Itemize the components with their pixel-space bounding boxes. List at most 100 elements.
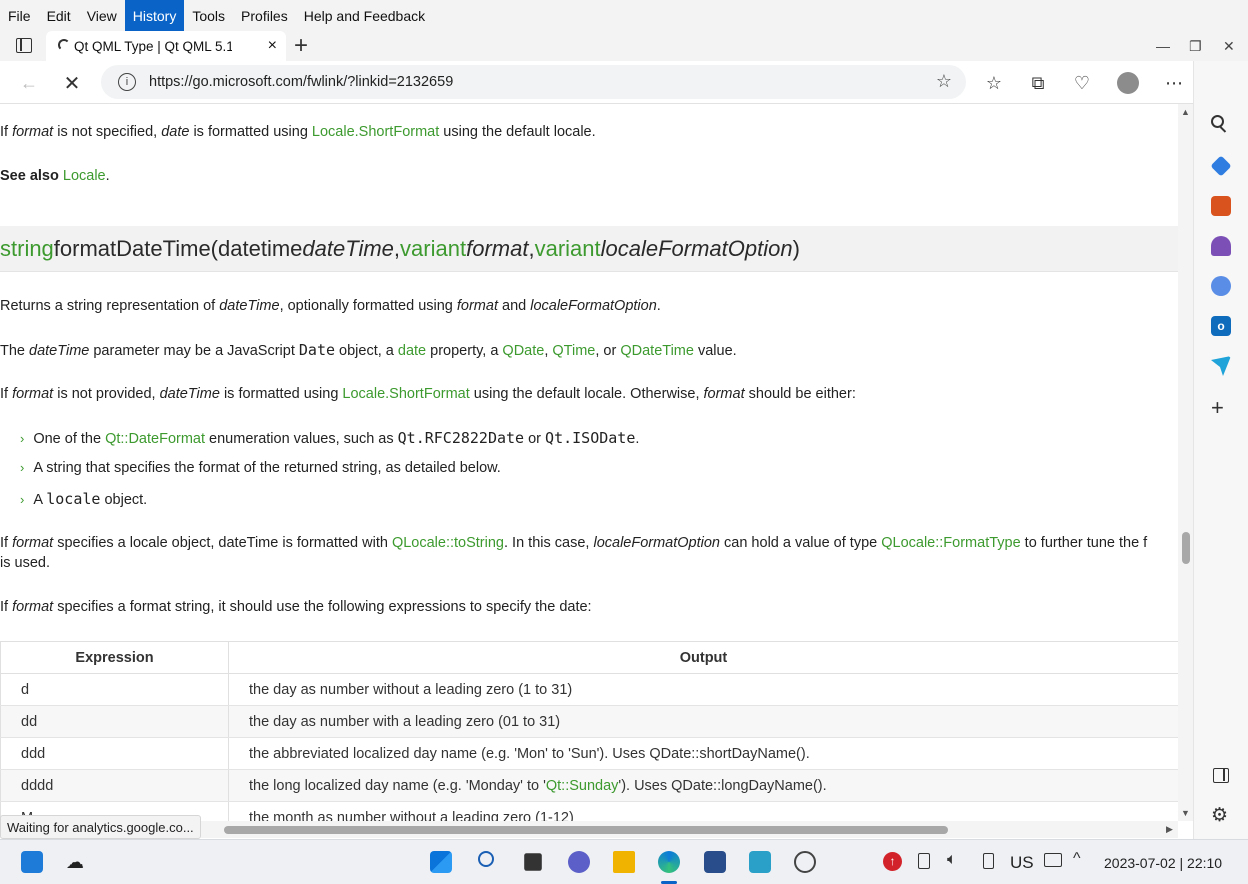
remote-desktop-icon[interactable]	[749, 851, 771, 873]
language-indicator[interactable]: US	[1010, 840, 1034, 884]
horizontal-scroll-thumb[interactable]	[224, 826, 948, 834]
url-text[interactable]: https://go.microsoft.com/fwlink/?linkid=…	[149, 74, 453, 90]
locale-shortformat-link[interactable]: Locale.ShortFormat	[312, 124, 439, 140]
qdatetime-link[interactable]: QDateTime	[620, 343, 694, 359]
paragraph-format-not-provided: If format is not provided, dateTime is f…	[0, 386, 856, 402]
locale-shortformat-link[interactable]: Locale.ShortFormat	[342, 386, 469, 402]
more-menu-icon[interactable]: ⋯	[1159, 69, 1189, 97]
paragraph-date-format: If format is not specified, date is form…	[0, 124, 596, 140]
update-icon[interactable]: ↑	[883, 852, 902, 871]
menu-edit[interactable]: Edit	[39, 0, 79, 31]
clock-app-icon[interactable]	[794, 851, 816, 873]
task-view-icon[interactable]	[524, 853, 542, 871]
taskbar: ☁ ↑ 🔈︎ US ^ 2023-07-02 | 22:10	[0, 839, 1248, 884]
locale-link[interactable]: Locale	[63, 168, 106, 184]
profile-avatar[interactable]	[1117, 72, 1139, 94]
games-icon[interactable]	[1211, 236, 1231, 256]
scroll-down-arrow-icon[interactable]: ▼	[1181, 808, 1190, 818]
expr-cell: ddd	[0, 737, 229, 770]
clock-datetime[interactable]: 2023-07-02 | 22:10	[1104, 840, 1222, 884]
battery-icon[interactable]	[983, 853, 994, 869]
settings-gear-icon[interactable]: ⚙	[1211, 804, 1228, 827]
column-header-output: Output	[228, 641, 1178, 674]
date-link[interactable]: date	[398, 343, 426, 359]
tools-icon[interactable]	[1211, 196, 1231, 216]
status-bubble: Waiting for analytics.google.co...	[0, 815, 201, 839]
vertical-scroll-thumb[interactable]	[1182, 532, 1190, 564]
output-cell: the abbreviated localized day name (e.g.…	[228, 737, 1178, 770]
list-item: › A locale object.	[20, 490, 148, 508]
shopping-tag-icon[interactable]	[1210, 155, 1232, 177]
add-sidebar-app-icon[interactable]: +	[1211, 395, 1224, 421]
see-also: See also Locale.	[0, 168, 110, 184]
menu-tools[interactable]: Tools	[184, 0, 233, 31]
column-header-expression: Expression	[0, 641, 229, 674]
drop-icon[interactable]	[1211, 356, 1231, 376]
edge-browser-icon[interactable]	[658, 851, 680, 873]
back-arrow-icon[interactable]: ←	[14, 69, 44, 97]
vertical-scrollbar[interactable]: ▲ ▼	[1178, 104, 1193, 821]
chevron-right-icon: ›	[20, 460, 25, 475]
browser-window: File Edit View History Tools Profiles He…	[0, 0, 1248, 884]
collections-icon[interactable]: ⧉	[1023, 69, 1053, 97]
paragraph-format-string: If format specifies a format string, it …	[0, 599, 592, 615]
table-row: dddd the long localized day name (e.g. '…	[0, 769, 1178, 802]
site-info-icon[interactable]: i	[118, 73, 136, 91]
table-header-row: Expression Output	[0, 641, 1178, 674]
file-explorer-icon[interactable]	[613, 851, 635, 873]
expr-cell: dd	[0, 705, 229, 738]
start-icon[interactable]	[430, 851, 452, 873]
qt-dateformat-link[interactable]: Qt::DateFormat	[105, 431, 205, 447]
table-row: ddd the abbreviated localized day name (…	[0, 737, 1178, 770]
tab-actions-icon[interactable]	[16, 38, 32, 53]
outlook-icon[interactable]: o	[1211, 316, 1231, 336]
menu-view[interactable]: View	[79, 0, 125, 31]
tab-active[interactable]: Qt QML Type | Qt QML 5.15.1 ×	[46, 31, 286, 61]
qtime-link[interactable]: QTime	[552, 343, 595, 359]
output-cell: the day as number with a leading zero (0…	[228, 705, 1178, 738]
menu-file[interactable]: File	[0, 0, 39, 31]
maximize-button[interactable]: ❐	[1189, 31, 1202, 61]
paragraph-datetime-param: The dateTime parameter may be a JavaScri…	[0, 341, 737, 359]
output-cell: the long localized day name (e.g. 'Monda…	[228, 769, 1178, 802]
qlocale-tostring-link[interactable]: QLocale::toString	[392, 535, 504, 551]
paragraph-locale-object: If format specifies a locale object, dat…	[0, 535, 1148, 551]
clipboard-icon[interactable]	[918, 853, 930, 869]
chevron-right-icon: ›	[20, 492, 25, 507]
chevron-up-icon[interactable]: ^	[1073, 850, 1081, 868]
qt-sunday-link[interactable]: Qt::Sunday	[546, 778, 619, 794]
network-icon[interactable]	[1044, 853, 1062, 867]
menu-profiles[interactable]: Profiles	[233, 0, 296, 31]
microsoft-365-icon[interactable]	[1211, 276, 1231, 296]
menu-history[interactable]: History	[124, 0, 185, 31]
minimize-button[interactable]: —	[1156, 31, 1170, 61]
chevron-right-icon: ›	[20, 431, 25, 446]
scroll-right-arrow-icon[interactable]: ▶	[1166, 824, 1173, 835]
qdate-link[interactable]: QDate	[502, 343, 544, 359]
stop-loading-icon[interactable]: ✕	[57, 69, 87, 97]
scroll-up-arrow-icon[interactable]: ▲	[1181, 107, 1190, 117]
output-cell: the month as number without a leading ze…	[228, 801, 1178, 821]
menu-help[interactable]: Help and Feedback	[296, 0, 433, 31]
favorite-star-icon[interactable]: ☆	[936, 71, 952, 92]
favorites-icon[interactable]: ☆	[979, 69, 1009, 97]
loading-icon	[58, 39, 70, 51]
address-bar[interactable]: i https://go.microsoft.com/fwlink/?linki…	[101, 65, 966, 99]
chat-icon[interactable]	[568, 851, 590, 873]
tab-title: Qt QML Type | Qt QML 5.15.1	[74, 38, 232, 54]
qlocale-formattype-link[interactable]: QLocale::FormatType	[881, 535, 1020, 551]
edge-sidebar: o + ⚙	[1193, 61, 1248, 839]
tab-close-icon[interactable]: ×	[268, 37, 277, 55]
new-tab-button[interactable]: +	[294, 32, 308, 60]
search-icon[interactable]	[1211, 115, 1231, 135]
volume-icon[interactable]: 🔈︎	[947, 851, 957, 869]
output-cell: the day as number without a leading zero…	[228, 673, 1178, 706]
cloud-sync-icon[interactable]: ☁	[64, 851, 86, 873]
browser-essentials-icon[interactable]: ♡	[1067, 69, 1097, 97]
store-icon[interactable]	[704, 851, 726, 873]
hide-sidebar-icon[interactable]	[1213, 768, 1229, 783]
close-window-button[interactable]: ✕	[1223, 31, 1235, 61]
paragraph-locale-object-cont: is used.	[0, 555, 50, 571]
widgets-icon[interactable]	[21, 851, 43, 873]
search-taskbar-icon[interactable]	[478, 851, 500, 873]
